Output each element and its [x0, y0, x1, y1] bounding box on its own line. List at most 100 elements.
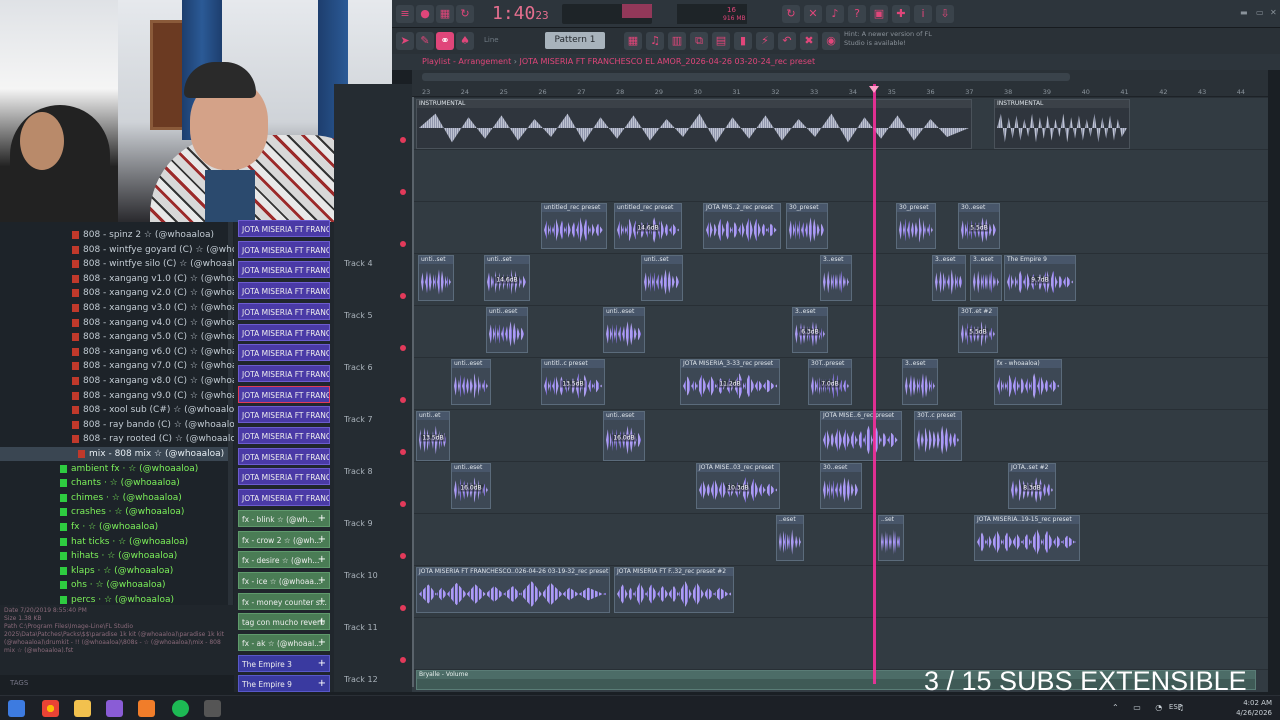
picker-item[interactable]: JOTA MISERIA FT FRANCH... [238, 344, 330, 362]
track-mute-dot[interactable] [400, 657, 406, 663]
track-mute-dot[interactable] [400, 501, 406, 507]
audio-clip[interactable]: 30_preset [786, 203, 828, 249]
add-icon[interactable]: + [318, 513, 326, 524]
download-icon[interactable]: ⇩ [936, 5, 954, 23]
info-icon[interactable]: i [914, 5, 932, 23]
browser-item[interactable]: 808 - xangang v7.0 (C) ☆ (@whoaaloa) [72, 359, 260, 373]
browser-item[interactable]: 808 - xool sub (C#) ☆ (@whoaaloa) [72, 403, 243, 417]
audio-clip[interactable]: unti..et 13.5dB [416, 411, 450, 461]
pattern-selector[interactable]: Pattern 1 [545, 32, 605, 49]
language-indicator[interactable]: ESP [1169, 703, 1182, 711]
audio-clip[interactable]: JOTA..set #2 8.3dB [1008, 463, 1056, 509]
browser-item[interactable]: ohs · ☆ (@whoaaloa) [60, 578, 166, 592]
browser-icon[interactable]: ▤ [712, 32, 730, 50]
audio-clip[interactable]: 3..eset [902, 359, 938, 405]
folder-icon[interactable]: ▮ [734, 32, 752, 50]
mixer2-icon[interactable]: ⧉ [690, 32, 708, 50]
audio-clip[interactable]: unti..eset 16.0dB [603, 411, 645, 461]
picker-item[interactable]: JOTA MISERIA FT FRANCH... [238, 323, 330, 341]
picker-item[interactable]: fx - blink ☆ (@wh... + [238, 509, 330, 527]
browser-item[interactable]: 808 - xangang v1.0 (C) ☆ (@whoaaloa) [72, 272, 260, 286]
picker-item[interactable]: JOTA MISERIA FT FRANCH... [238, 406, 330, 424]
audio-clip[interactable]: fx - whoaaloa) [994, 359, 1062, 405]
browser-item[interactable]: 808 - xangang v6.0 (C) ☆ (@whoaaloa) [72, 345, 260, 359]
track-name[interactable]: Track 8 [344, 467, 373, 476]
add-icon[interactable]: + [318, 575, 326, 586]
browser-item[interactable]: crashes · ☆ (@whoaaloa) [60, 505, 184, 519]
playhead[interactable] [873, 84, 876, 684]
picker-item[interactable]: The Empire 3 + [238, 654, 330, 672]
audio-clip[interactable]: unti..eset [451, 359, 491, 405]
audio-clip[interactable]: JOTA MISERIA..19-15_rec preset [974, 515, 1080, 561]
browser-item[interactable]: chimes · ☆ (@whoaaloa) [60, 491, 182, 505]
audio-clip[interactable]: JOTA MISE..03_rec preset 10.3dB [696, 463, 780, 509]
picker-item[interactable]: fx - desire ☆ (@wh... + [238, 551, 330, 569]
editor-icon[interactable] [204, 700, 221, 717]
add-icon[interactable]: + [318, 658, 326, 669]
snap-select[interactable]: Line [484, 33, 524, 47]
picker-item[interactable]: The Empire 9 + [238, 675, 330, 693]
loop-icon[interactable]: ↻ [456, 5, 474, 23]
track-name[interactable]: Track 6 [344, 363, 373, 372]
stamp-icon[interactable]: ♠ [456, 32, 474, 50]
draw-icon[interactable]: ✎ [416, 32, 434, 50]
track-name[interactable]: Track 12 [344, 675, 378, 684]
channel-icon[interactable]: ▥ [668, 32, 686, 50]
track-mute-dot[interactable] [400, 397, 406, 403]
audio-clip[interactable]: untitl..c preset 13.5dB [541, 359, 605, 405]
track-mute-dot[interactable] [400, 189, 406, 195]
track-mute-dot[interactable] [400, 449, 406, 455]
audio-clip[interactable]: untitled_rec preset 14.6dB [614, 203, 682, 249]
browser-item[interactable]: 808 - spinz 2 ☆ (@whoaaloa) [72, 228, 214, 242]
picker-item[interactable]: fx - ice ☆ (@whoaa... + [238, 571, 330, 589]
browser-item[interactable]: 808 - xangang v9.0 (C) ☆ (@whoaaloa) [72, 389, 260, 403]
audio-clip[interactable]: JOTA MISERIA FT F..32_rec preset #2 [614, 567, 734, 613]
tool-icon[interactable]: ▦ [624, 32, 642, 50]
close-icon[interactable]: ✕ [804, 5, 822, 23]
track-name[interactable]: Track 7 [344, 415, 373, 424]
picker-item[interactable]: JOTA MISERIA FT FRANCH... [238, 427, 330, 444]
refresh-icon[interactable]: ↻ [782, 5, 800, 23]
audio-clip[interactable]: untitled_rec preset [541, 203, 607, 249]
audio-clip[interactable]: ..set [878, 515, 904, 561]
picker-item[interactable]: JOTA MISERIA FT FRANCH... [238, 447, 330, 465]
audio-clip[interactable]: INSTRUMENTAL [416, 99, 972, 149]
picker-item[interactable]: JOTA MISERIA FT FRANCH... [238, 385, 330, 403]
audio-clip[interactable]: 3..eset [820, 255, 852, 301]
audio-clip[interactable]: unti..set 14.6dB [484, 255, 530, 301]
audio-clip[interactable]: unti..set [418, 255, 454, 301]
browser-item[interactable]: mix - 808 mix ☆ (@whoaaloa) [0, 447, 228, 461]
plugin-icon[interactable]: ✚ [892, 5, 910, 23]
track-mute-dot[interactable] [400, 605, 406, 611]
mixer-icon[interactable]: ▦ [436, 5, 454, 23]
browser-item[interactable]: fx · ☆ (@whoaaloa) [60, 520, 158, 534]
picker-item[interactable]: fx - crow 2 ☆ (@wh... + [238, 530, 330, 548]
track-mute-dot[interactable] [400, 137, 406, 143]
picker-item[interactable]: tag con mucho reverb + [238, 613, 330, 631]
add-icon[interactable]: + [318, 554, 326, 565]
audio-clip[interactable]: unti..set [641, 255, 683, 301]
picker-item[interactable]: JOTA MISERIA FT FRANCH... [238, 489, 330, 507]
audio-clip[interactable]: 30T..c preset [914, 411, 962, 461]
audio-clip[interactable]: JOTA MISERIA FT FRANCHESCO..026-04-26 03… [416, 567, 610, 613]
track-name[interactable]: Track 11 [344, 623, 378, 632]
fl-studio-icon[interactable] [138, 700, 155, 717]
picker-item[interactable]: JOTA MISERIA FT FRANCH... [238, 468, 330, 486]
track-mute-dot[interactable] [400, 241, 406, 247]
spotify-icon[interactable] [172, 700, 189, 717]
audio-clip[interactable]: 30T..et #2 5.5dB [958, 307, 998, 353]
browser-item[interactable]: 808 - xangang v8.0 (C) ☆ (@whoaaloa) [72, 374, 260, 388]
help-icon[interactable]: ? [848, 5, 866, 23]
plug-icon[interactable]: ⚡ [756, 32, 774, 50]
link-icon[interactable]: ⚭ [436, 32, 454, 50]
browser-item[interactable]: 808 - ray rooted (C) ☆ (@whoaaloa) [72, 432, 245, 446]
audio-clip[interactable]: The Empire 9 9.7dB [1004, 255, 1076, 301]
audio-clip[interactable]: 3..eset [932, 255, 966, 301]
browser-item[interactable]: 808 - xangang v5.0 (C) ☆ (@whoaaloa) [72, 330, 260, 344]
audio-clip[interactable]: JOTA MISE..6_rec preset [820, 411, 902, 461]
track-name[interactable]: Track 4 [344, 259, 373, 268]
audio-clip[interactable]: unti..eset 16.0dB [451, 463, 491, 509]
browser-item[interactable]: ambient fx · ☆ (@whoaaloa) [60, 462, 198, 476]
window-close-icon[interactable]: ✕ [1270, 8, 1277, 17]
picker-item[interactable]: JOTA MISERIA FT FRANCH... [238, 240, 330, 258]
